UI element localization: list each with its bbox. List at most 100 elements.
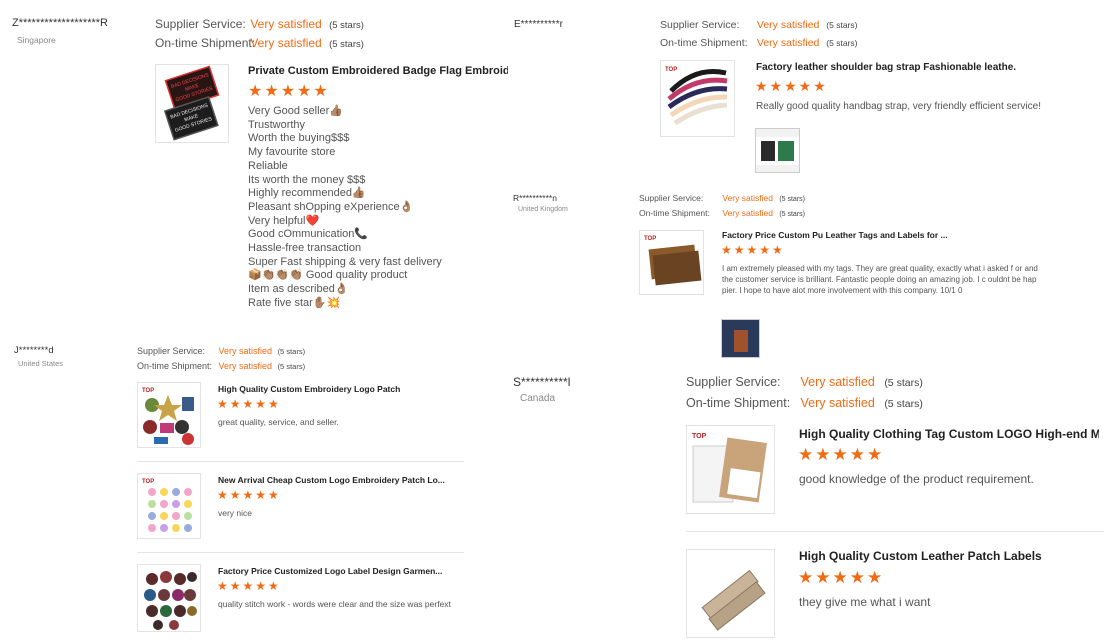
review-comment-line: Hassle-free transaction [248, 242, 362, 255]
supplier-service-value: Very satisfied [756, 19, 820, 31]
product-star-rating: ★★★★★ [217, 397, 281, 411]
shipment-stars: (5 stars) [779, 211, 805, 218]
review-comment-line: Highly recommended👍🏽 [248, 187, 366, 200]
review-comment-line: Trustworthy [248, 118, 306, 131]
product-star-rating: ★★★★★ [755, 78, 828, 94]
product-star-rating: ★★★★★ [217, 488, 281, 502]
product-thumbnail[interactable]: TOP [137, 382, 201, 448]
product-thumbnail[interactable]: TOP [660, 60, 735, 137]
supplier-service-rating: Supplier Service: Very satisfied (5 star… [137, 346, 305, 356]
product-title[interactable]: High Quality Custom Leather Patch Labels [799, 549, 1099, 563]
product-title[interactable]: Factory Price Customized Logo Label Desi… [218, 566, 468, 576]
product-title[interactable]: Factory leather shoulder bag strap Fashi… [756, 62, 1016, 73]
shipment-label: On-time Shipment: [137, 361, 213, 371]
review-comment-line: Very helpful❤️ [248, 214, 320, 227]
supplier-service-stars: (5 stars) [884, 377, 923, 389]
shipment-stars: (5 stars) [277, 362, 306, 371]
supplier-service-stars: (5 stars) [277, 347, 306, 356]
shipment-stars: (5 stars) [329, 39, 364, 50]
shipment-value: Very satisfied [800, 396, 875, 410]
product-title[interactable]: High Quality Custom Embroidery Logo Patc… [218, 384, 468, 394]
product-thumbnail[interactable]: TOP [686, 425, 775, 514]
logo-text: TOP [142, 388, 154, 394]
supplier-service-label: Supplier Service: [155, 17, 246, 31]
product-title[interactable]: Factory Price Custom Pu Leather Tags and… [722, 230, 962, 240]
supplier-service-label: Supplier Service: [686, 375, 781, 389]
reviewer-country: United Kingdom [518, 206, 568, 213]
logo-text: TOP [142, 479, 154, 485]
review-comment-line: Worth the buying$$$ [248, 132, 350, 145]
shipment-rating: On-time Shipment: Very satisfied (5 star… [639, 208, 805, 218]
product-thumbnail[interactable]: BAD DECISIONS MAKE GOOD STORIES BAD DECI… [155, 64, 229, 143]
product-thumbnail[interactable]: TOP [137, 473, 201, 539]
shipment-value: Very satisfied [250, 36, 322, 50]
review-comment: great quality, service, and seller. [218, 417, 339, 427]
logo-text: TOP [644, 236, 656, 242]
product-star-rating: ★★★★★ [248, 83, 330, 100]
supplier-service-value: Very satisfied [800, 375, 875, 389]
review-photo[interactable] [755, 128, 800, 173]
product-title[interactable]: High Quality Clothing Tag Custom LOGO Hi… [799, 427, 1099, 441]
supplier-service-stars: (5 stars) [826, 20, 858, 30]
shipment-value: Very satisfied [756, 37, 820, 49]
shipment-stars: (5 stars) [884, 398, 923, 410]
review-comment-line: 📦👏🏽👏🏽👏🏽 Good quality product [248, 269, 408, 282]
product-title[interactable]: Private Custom Embroidered Badge Flag Em… [248, 65, 508, 77]
supplier-service-label: Supplier Service: [639, 193, 704, 203]
product-thumbnail[interactable]: TOP [639, 230, 704, 295]
product-star-rating: ★★★★★ [798, 568, 885, 587]
reviewer-country: United States [18, 359, 64, 368]
review-comment: Really good quality handbag strap, very … [756, 101, 1041, 112]
reviewer-country: Canada [520, 393, 556, 404]
review-comment-line: Item as described👌🏽 [248, 283, 349, 296]
shipment-label: On-time Shipment: [639, 208, 710, 218]
review-comment-line: Pleasant shOpping eXperience👌🏽 [248, 200, 414, 213]
review-comment: very nice [218, 508, 253, 518]
supplier-service-rating: Supplier Service: Very satisfied (5 star… [155, 17, 364, 31]
review-comment: quality stitch work - words were clear a… [218, 599, 451, 609]
shipment-rating: On-time Shipment: Very satisfied (5 star… [686, 396, 923, 410]
product-star-rating: ★★★★★ [798, 445, 885, 464]
review-comment-line: Its worth the money $$$ [248, 173, 366, 186]
review-photo[interactable] [721, 319, 760, 358]
review-comment-line: Good cOmmunication📞 [248, 228, 369, 241]
product-thumbnail[interactable] [686, 549, 775, 638]
shipment-value: Very satisfied [722, 208, 773, 218]
review-comment-line: Super Fast shipping & very fast delivery [248, 255, 442, 268]
supplier-service-stars: (5 stars) [329, 20, 364, 31]
logo-text: TOP [665, 67, 677, 73]
product-divider [686, 531, 1104, 532]
review-comment-line: Very Good seller👍🏽 [248, 105, 344, 117]
shipment-stars: (5 stars) [826, 38, 858, 48]
review-comment-line: My favourite store [248, 146, 336, 159]
supplier-service-rating: Supplier Service: Very satisfied (5 star… [660, 19, 857, 31]
review-comment: they give me what i want [799, 595, 931, 609]
logo-text: TOP [692, 433, 707, 440]
review-comment: good knowledge of the product requiremen… [799, 472, 1034, 486]
shipment-value: Very satisfied [218, 361, 273, 371]
product-title[interactable]: New Arrival Cheap Custom Logo Embroidery… [218, 475, 468, 485]
reviewer-name: S**********l [513, 375, 571, 389]
shipment-label: On-time Shipment: [686, 396, 791, 410]
reviewer-name: Z*******************R [12, 17, 108, 29]
review-comment-line: Reliable [248, 159, 288, 172]
supplier-service-label: Supplier Service: [137, 346, 206, 356]
shipment-rating: On-time Shipment: Very satisfied (5 star… [155, 36, 364, 50]
reviewer-country: Singapore [17, 35, 56, 45]
supplier-service-value: Very satisfied [722, 193, 773, 203]
shipment-rating: On-time Shipment: Very satisfied (5 star… [137, 361, 305, 371]
shipment-label: On-time Shipment: [660, 37, 748, 49]
supplier-service-value: Very satisfied [250, 17, 322, 31]
product-thumbnail[interactable] [137, 564, 201, 632]
review-comment: I am extremely pleased with my tags. The… [722, 264, 1038, 296]
product-star-rating: ★★★★★ [721, 243, 785, 257]
product-star-rating: ★★★★★ [217, 579, 281, 593]
supplier-service-stars: (5 stars) [779, 196, 805, 203]
supplier-service-label: Supplier Service: [660, 19, 740, 31]
review-comment-line: Rate five star✋🏽💥 [248, 296, 341, 309]
supplier-service-value: Very satisfied [218, 346, 273, 356]
reviewer-name: E**********r [514, 19, 563, 30]
product-divider [137, 552, 464, 553]
product-divider [137, 461, 464, 462]
review-comment: Very Good seller👍🏽 Trustworthy Worth the b… [248, 105, 498, 311]
